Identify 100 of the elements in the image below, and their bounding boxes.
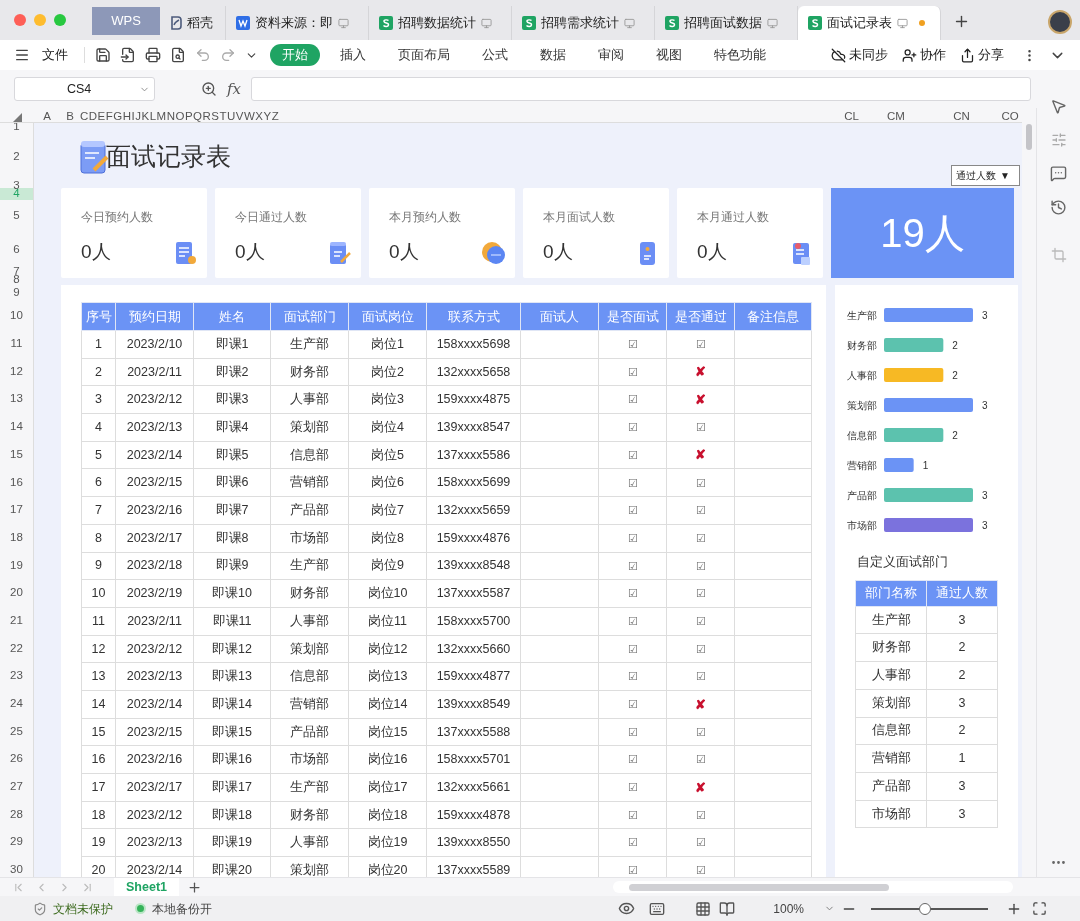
category-label: 信息部 xyxy=(847,430,877,441)
share-icon xyxy=(960,47,975,63)
table-cell: 即课6 xyxy=(193,468,271,497)
formula-input[interactable] xyxy=(251,77,1031,101)
row-header[interactable]: 15 xyxy=(0,440,33,469)
ribbon-tab[interactable]: 数据 xyxy=(528,44,578,66)
row-header[interactable]: 19 xyxy=(0,551,33,580)
print-icon[interactable] xyxy=(145,47,161,63)
table-cell: ☑ xyxy=(598,358,667,386)
filter-dropdown[interactable]: 通过人数 ▼ xyxy=(951,165,1020,186)
column-header[interactable]: CDEFGHIJKLMNOPQRSTUVWXYZ xyxy=(80,108,280,122)
fullscreen-icon[interactable] xyxy=(1032,901,1047,916)
ribbon-tab[interactable]: 视图 xyxy=(644,44,694,66)
column-header[interactable]: A xyxy=(34,108,60,122)
add-sheet-button[interactable] xyxy=(187,879,202,895)
monitor-icon xyxy=(481,17,492,29)
column-header[interactable]: CL xyxy=(835,108,868,122)
scrollbar-thumb[interactable] xyxy=(1026,124,1032,150)
row-header[interactable]: 23 xyxy=(0,662,33,690)
page-view-icon[interactable] xyxy=(719,900,736,917)
row-header[interactable]: 14 xyxy=(0,413,33,441)
table-cell: 5 xyxy=(81,441,116,469)
table-cell: 岗位2 xyxy=(348,358,427,386)
row-header[interactable]: 13 xyxy=(0,385,33,414)
row-header[interactable]: 12 xyxy=(0,357,33,386)
history-icon[interactable] xyxy=(1050,199,1067,216)
ribbon-tab[interactable]: 公式 xyxy=(470,44,520,66)
new-tab-button[interactable] xyxy=(953,13,970,30)
row-header[interactable]: 20 xyxy=(0,579,33,607)
row-header[interactable]: 27 xyxy=(0,773,33,801)
row-header[interactable]: 7 xyxy=(0,268,33,276)
ribbon-tab[interactable]: 插入 xyxy=(328,44,378,66)
table-cell: 2023/2/16 xyxy=(115,496,194,525)
chat-icon[interactable] xyxy=(1050,165,1067,182)
zoom-slider[interactable] xyxy=(871,902,988,915)
table-cell: 1 xyxy=(926,744,998,773)
row-header[interactable]: 24 xyxy=(0,689,33,718)
row-header[interactable]: 1 xyxy=(0,123,33,131)
tab[interactable]: 面试记录表 xyxy=(798,6,941,40)
eye-icon[interactable] xyxy=(618,900,636,917)
document-icon xyxy=(236,16,250,30)
row-header[interactable]: 25 xyxy=(0,717,33,746)
table-cell: 即课3 xyxy=(193,385,271,414)
row-header[interactable]: 21 xyxy=(0,606,33,635)
row-header[interactable]: 8 xyxy=(0,276,33,284)
toolbar-button[interactable]: 协作 xyxy=(902,45,946,65)
row-header[interactable]: 17 xyxy=(0,496,33,524)
table-cell: 3 xyxy=(926,800,998,828)
table-cell: 岗位3 xyxy=(348,385,427,414)
row-header[interactable]: 16 xyxy=(0,468,33,497)
table-cell: 7 xyxy=(81,496,116,525)
horizontal-scrollbar[interactable] xyxy=(613,881,1013,893)
row-header[interactable]: 5 xyxy=(0,200,33,232)
row-header[interactable]: 9 xyxy=(0,284,33,302)
backup-status[interactable]: 本地备份开 xyxy=(152,899,212,918)
ribbon-tab[interactable]: 特色功能 xyxy=(702,44,778,66)
file-menu[interactable]: 文件 xyxy=(42,45,68,65)
row-header[interactable]: 28 xyxy=(0,800,33,829)
toolbar-button[interactable]: 分享 xyxy=(960,45,1004,65)
close-button[interactable] xyxy=(14,14,26,26)
table-cell: ☑ xyxy=(666,552,735,580)
column-header[interactable]: CN xyxy=(924,108,999,122)
normal-view-icon[interactable] xyxy=(695,900,712,917)
row-header[interactable]: 18 xyxy=(0,523,33,552)
export-icon[interactable] xyxy=(120,47,136,63)
undo-icon[interactable] xyxy=(195,47,211,63)
input-method-icon[interactable] xyxy=(649,900,666,917)
toolbar-button[interactable]: 未同步 xyxy=(831,45,888,65)
table-cell: ☑ xyxy=(598,745,667,774)
table-cell: ☑ xyxy=(598,330,667,359)
row-header[interactable]: 10 xyxy=(0,302,33,330)
row-header[interactable]: 29 xyxy=(0,828,33,857)
preview-icon[interactable] xyxy=(170,47,186,63)
zoom-level[interactable]: 100% xyxy=(773,899,804,918)
column-header[interactable]: CO xyxy=(999,108,1021,122)
name-box[interactable]: CS4 xyxy=(14,77,155,101)
column-header[interactable]: B xyxy=(60,108,80,122)
row-header[interactable]: 11 xyxy=(0,330,33,358)
save-icon[interactable] xyxy=(95,47,111,63)
table-cell: 信息部 xyxy=(270,662,349,691)
sliders-icon[interactable] xyxy=(1050,132,1067,148)
search-icon[interactable] xyxy=(201,81,217,97)
monitor-icon xyxy=(897,17,908,29)
column-header[interactable]: CM xyxy=(868,108,924,122)
redo-icon[interactable] xyxy=(220,47,236,63)
row-header[interactable]: 22 xyxy=(0,634,33,663)
row-header[interactable]: 30 xyxy=(0,856,33,877)
protection-status[interactable]: 文档未保护 xyxy=(53,899,113,918)
row-header[interactable]: 3 xyxy=(0,183,33,188)
ribbon-tab[interactable]: 审阅 xyxy=(586,44,636,66)
row-header[interactable]: 6 xyxy=(0,232,33,268)
table-cell: 2023/2/14 xyxy=(115,441,194,469)
pointer-icon[interactable] xyxy=(1050,98,1067,115)
ribbon-tab[interactable]: 页面布局 xyxy=(386,44,462,66)
row-header[interactable]: 26 xyxy=(0,745,33,773)
bar xyxy=(884,458,914,472)
value-label: 3 xyxy=(982,490,988,501)
menu-icon[interactable] xyxy=(14,47,30,63)
category-label: 市场部 xyxy=(847,520,877,531)
function-button[interactable]: fx xyxy=(227,77,241,101)
